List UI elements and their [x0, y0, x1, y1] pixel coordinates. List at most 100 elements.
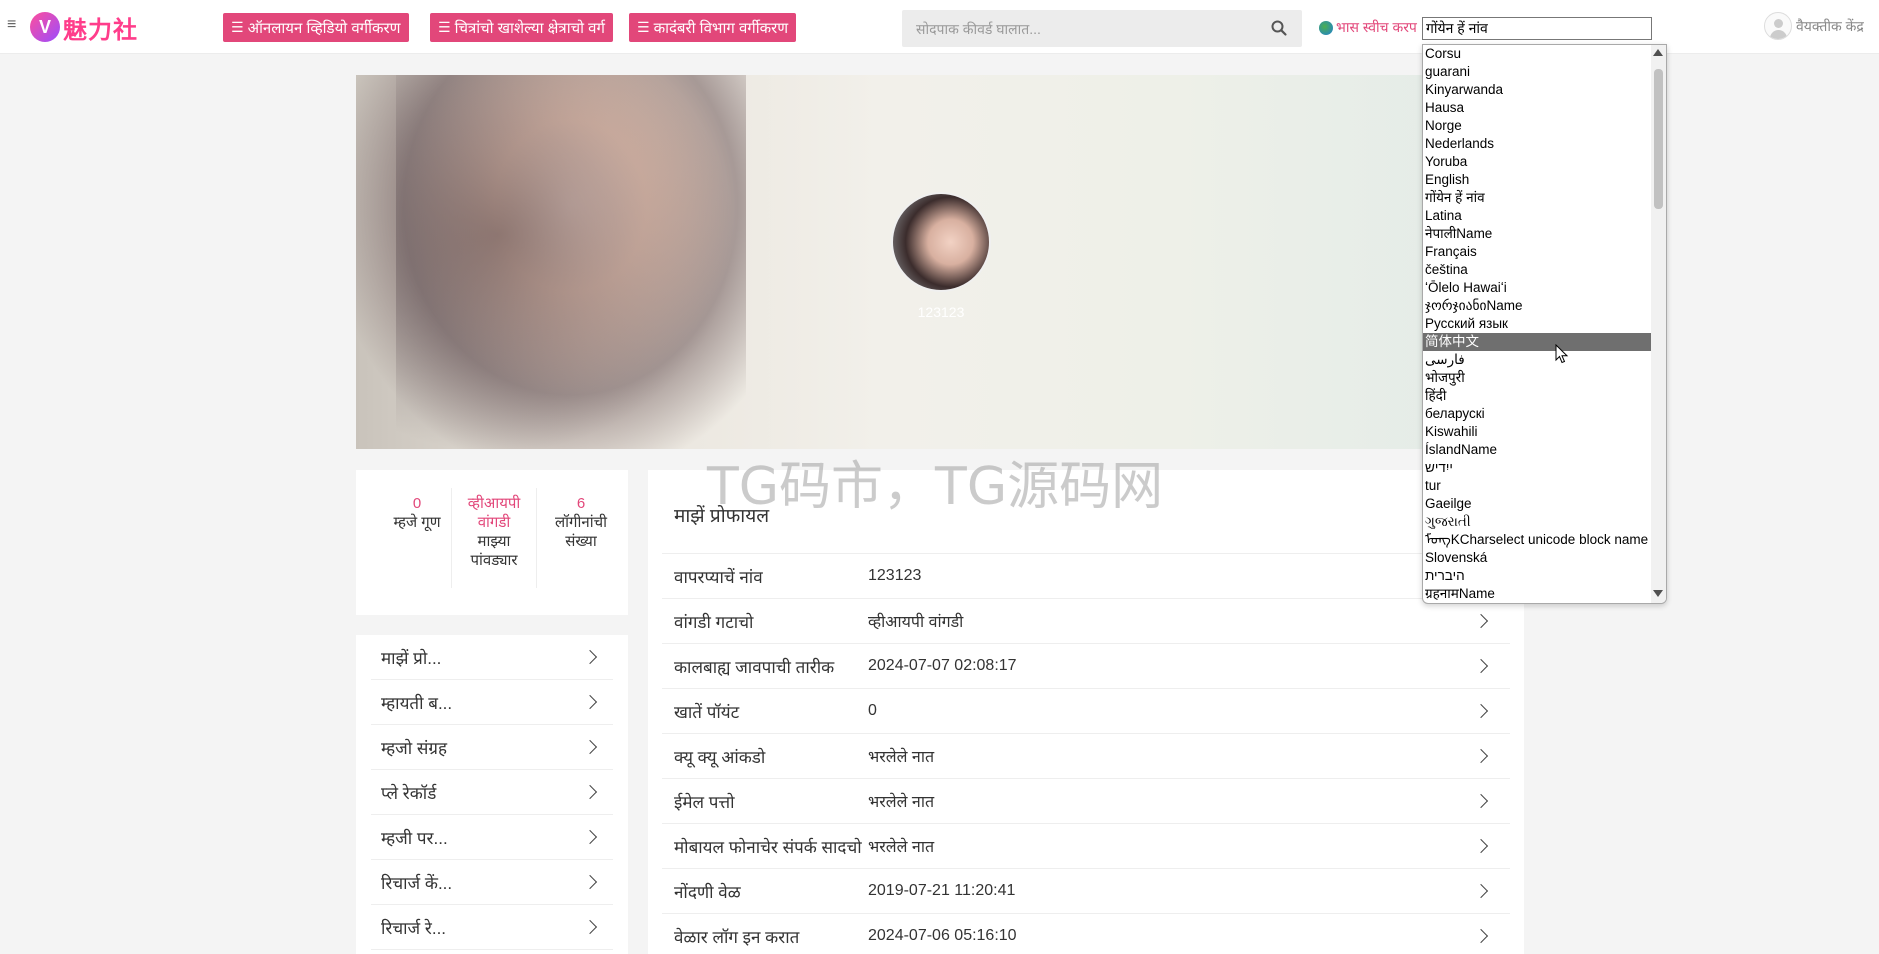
language-option[interactable]: Nederlands	[1423, 135, 1653, 153]
row-value: व्हीआयपी वांगडी	[868, 614, 964, 631]
stat-label: माझ्या पांवड्यार	[470, 533, 518, 569]
language-option[interactable]: Français	[1423, 243, 1653, 261]
side-item-label: म्हजो संग्रह	[381, 738, 448, 758]
category-label: चित्रांचो खाशेल्या क्षेत्राचो वर्ग	[454, 19, 605, 37]
profile-row-email[interactable]: ईमेल पत्तो भरलेले नात	[662, 778, 1510, 823]
dropdown-scrollbar[interactable]	[1651, 45, 1666, 603]
profile-avatar[interactable]	[891, 192, 991, 292]
language-select[interactable]: गोंयेन हें नांव	[1422, 17, 1652, 40]
language-option[interactable]: היברית	[1423, 567, 1653, 585]
side-menu: माझें प्रो... म्हायती ब... म्हजो संग्रह …	[356, 635, 628, 954]
language-switch[interactable]: भास स्वीच करप	[1319, 18, 1417, 37]
category-button-novel[interactable]: ☰ कादंबरी विभाग वर्गीकरण	[629, 13, 797, 42]
language-option[interactable]: Norge	[1423, 117, 1653, 135]
language-option[interactable]: čeština	[1423, 261, 1653, 279]
language-option[interactable]: ᠮᠣᠩKCharselect unicode block name	[1423, 531, 1653, 549]
stats-card: 0 म्हजे गूण व्हीआयपी वांगडी माझ्या पांवड…	[356, 470, 628, 615]
profile-row-points[interactable]: खातें पॉयंट 0	[662, 688, 1510, 733]
chevron-right-icon	[1473, 883, 1489, 899]
language-option[interactable]: भोजपुरी	[1423, 369, 1653, 387]
language-option[interactable]: Slovenská	[1423, 549, 1653, 567]
side-item-favorites[interactable]: म्हजो संग्रह	[371, 725, 613, 770]
language-option[interactable]: Hausa	[1423, 99, 1653, 117]
language-option[interactable]: ÍslandName	[1423, 441, 1653, 459]
language-option[interactable]: English	[1423, 171, 1653, 189]
language-option[interactable]: Русский язык	[1423, 315, 1653, 333]
side-item-label: म्हायती ब...	[381, 693, 453, 713]
scroll-up-arrow-icon[interactable]	[1653, 49, 1663, 56]
side-item-permissions[interactable]: म्हजी पर...	[371, 815, 613, 860]
divider	[536, 488, 537, 588]
chevron-right-icon	[582, 694, 598, 710]
search-box[interactable]: सोदपाक कीवर्ड घालात...	[902, 10, 1302, 47]
side-item-my-profile[interactable]: माझें प्रो...	[371, 635, 613, 680]
logo-badge: V	[30, 12, 60, 42]
side-item-edit-info[interactable]: म्हायती ब...	[371, 680, 613, 725]
language-option[interactable]: Corsu	[1423, 45, 1653, 63]
profile-row-group[interactable]: वांगडी गटाचो व्हीआयपी वांगडी	[662, 598, 1510, 643]
banner-photo-shade	[396, 75, 736, 449]
language-option[interactable]: ʻŌlelo Hawaiʻi	[1423, 279, 1653, 297]
language-option[interactable]: беларускі	[1423, 405, 1653, 423]
chevron-right-icon	[1473, 658, 1489, 674]
category-button-pictures[interactable]: ☰ चित्रांचो खाशेल्या क्षेत्राचो वर्ग	[430, 13, 613, 42]
language-option[interactable]: Kinyarwanda	[1423, 81, 1653, 99]
chevron-right-icon	[1473, 748, 1489, 764]
stat-level: व्हीआयपी वांगडी माझ्या पांवड्यार	[456, 494, 532, 570]
row-key: वापरप्याचें नांव	[674, 567, 763, 587]
side-item-label: प्ले रेकॉर्ड	[381, 783, 437, 803]
profile-row-qq[interactable]: क्यू क्यू आंकडो भरलेले नात	[662, 733, 1510, 778]
language-option[interactable]: Kiswahili	[1423, 423, 1653, 441]
language-option[interactable]: हिंदी	[1423, 387, 1653, 405]
language-switch-label: भास स्वीच करप	[1336, 19, 1417, 35]
row-value: 123123	[868, 567, 922, 584]
scroll-down-arrow-icon[interactable]	[1653, 590, 1663, 597]
profile-row-username[interactable]: वापरप्याचें नांव 123123	[662, 553, 1510, 598]
category-label: ऑनलायन व्हिडियो वर्गीकरण	[247, 19, 401, 37]
language-option[interactable]: नेपालीName	[1423, 225, 1653, 243]
profile-row-registered[interactable]: नोंदणी वेळ 2019-07-21 11:20:41	[662, 868, 1510, 913]
language-dropdown-list[interactable]: Corsu guarani Kinyarwanda Hausa Norge Nederla…	[1422, 44, 1667, 604]
list-icon: ☰	[231, 19, 244, 35]
chevron-right-icon	[582, 874, 598, 890]
profile-row-expiry[interactable]: कालबाह्य जावपाची तारीक 2024-07-07 02:08:1…	[662, 643, 1510, 688]
profile-row-phone[interactable]: मोबायल फोनाचेर संपर्क सादचो भरलेले नात	[662, 823, 1510, 868]
language-option[interactable]: ייִדיש	[1423, 459, 1653, 477]
user-center-link[interactable]: वैयक्तीक केंद्र	[1764, 12, 1864, 40]
profile-row-last-login[interactable]: वेळार लॉग इन करात 2024-07-06 05:16:10	[662, 913, 1510, 954]
search-input[interactable]: सोदपाक कीवर्ड घालात...	[916, 20, 1041, 39]
language-option[interactable]: Gaeilge	[1423, 495, 1653, 513]
site-logo[interactable]: V 魅力社	[30, 10, 138, 44]
divider	[451, 488, 452, 588]
language-option[interactable]: guarani	[1423, 63, 1653, 81]
row-key: मोबायल फोनाचेर संपर्क सादचो	[674, 837, 862, 857]
profile-card: माझें प्रोफायल वापरप्याचें नांव 123123 वा…	[648, 470, 1524, 954]
side-item-play-record[interactable]: प्ले रेकॉर्ड	[371, 770, 613, 815]
language-option[interactable]: Yoruba	[1423, 153, 1653, 171]
language-option[interactable]: 简体中文	[1423, 333, 1653, 351]
search-icon[interactable]	[1270, 19, 1288, 37]
hamburger-menu-icon[interactable]: ≡	[7, 17, 21, 33]
language-option[interactable]: Latina	[1423, 207, 1653, 225]
chevron-right-icon	[1473, 613, 1489, 629]
category-button-video[interactable]: ☰ ऑनलायन व्हिडियो वर्गीकरण	[223, 13, 409, 42]
language-option[interactable]: ჯორჯიანიName	[1423, 297, 1653, 315]
chevron-right-icon	[1473, 928, 1489, 944]
row-value: 2024-07-06 05:16:10	[868, 927, 1017, 944]
user-avatar-icon	[1764, 12, 1792, 40]
language-option[interactable]: tur	[1423, 477, 1653, 495]
stat-points: 0 म्हजे गूण	[374, 494, 460, 532]
watermark: TG码市，TG源码网	[707, 457, 1164, 517]
side-item-recharge-record[interactable]: रिचार्ज रे...	[371, 905, 613, 950]
language-option[interactable]: ગુજરાતી	[1423, 513, 1653, 531]
language-option[interactable]: गोंयेन हें नांव	[1423, 189, 1653, 207]
row-key: क्यू क्यू आंकडो	[674, 747, 766, 767]
side-item-recharge-center[interactable]: रिचार्ज कें...	[371, 860, 613, 905]
stat-label: लॉगीनांची संख्या	[554, 514, 607, 550]
language-option[interactable]: فارسی	[1423, 351, 1653, 369]
stat-value: 0	[412, 495, 422, 512]
profile-username: 123123	[917, 304, 965, 320]
list-icon: ☰	[637, 19, 650, 35]
language-option[interactable]: ग्रहनामName	[1423, 585, 1653, 603]
scrollbar-thumb[interactable]	[1654, 69, 1663, 209]
